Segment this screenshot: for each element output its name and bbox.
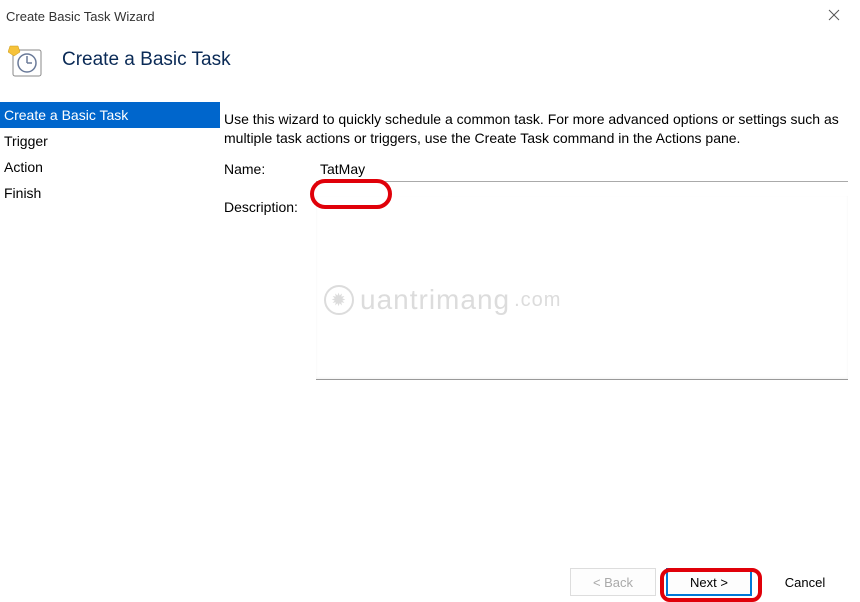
wizard-footer: < Back Next > Cancel <box>0 562 860 602</box>
wizard-header: Create a Basic Task <box>0 32 860 102</box>
sidebar-item-finish[interactable]: Finish <box>0 180 220 206</box>
page-title: Create a Basic Task <box>62 49 231 71</box>
name-row: Name: <box>224 158 848 182</box>
cancel-button[interactable]: Cancel <box>762 568 848 596</box>
name-input[interactable] <box>316 158 848 182</box>
instructions-text: Use this wizard to quickly schedule a co… <box>224 110 848 148</box>
close-icon[interactable] <box>818 8 850 24</box>
window-title: Create Basic Task Wizard <box>6 9 155 24</box>
wizard-steps-sidebar: Create a Basic Task Trigger Action Finis… <box>0 102 220 537</box>
sidebar-item-create-basic-task[interactable]: Create a Basic Task <box>0 102 220 128</box>
description-row: Description: <box>224 196 848 380</box>
name-label: Name: <box>224 158 316 177</box>
sidebar-item-action[interactable]: Action <box>0 154 220 180</box>
wizard-content: Create a Basic Task Trigger Action Finis… <box>0 102 860 537</box>
wizard-main-panel: Use this wizard to quickly schedule a co… <box>220 102 860 537</box>
back-button: < Back <box>570 568 656 596</box>
description-label: Description: <box>224 196 316 215</box>
sidebar-item-trigger[interactable]: Trigger <box>0 128 220 154</box>
task-scheduler-icon <box>8 42 44 78</box>
next-button[interactable]: Next > <box>666 568 752 596</box>
description-textarea[interactable] <box>316 196 848 380</box>
titlebar: Create Basic Task Wizard <box>0 0 860 32</box>
